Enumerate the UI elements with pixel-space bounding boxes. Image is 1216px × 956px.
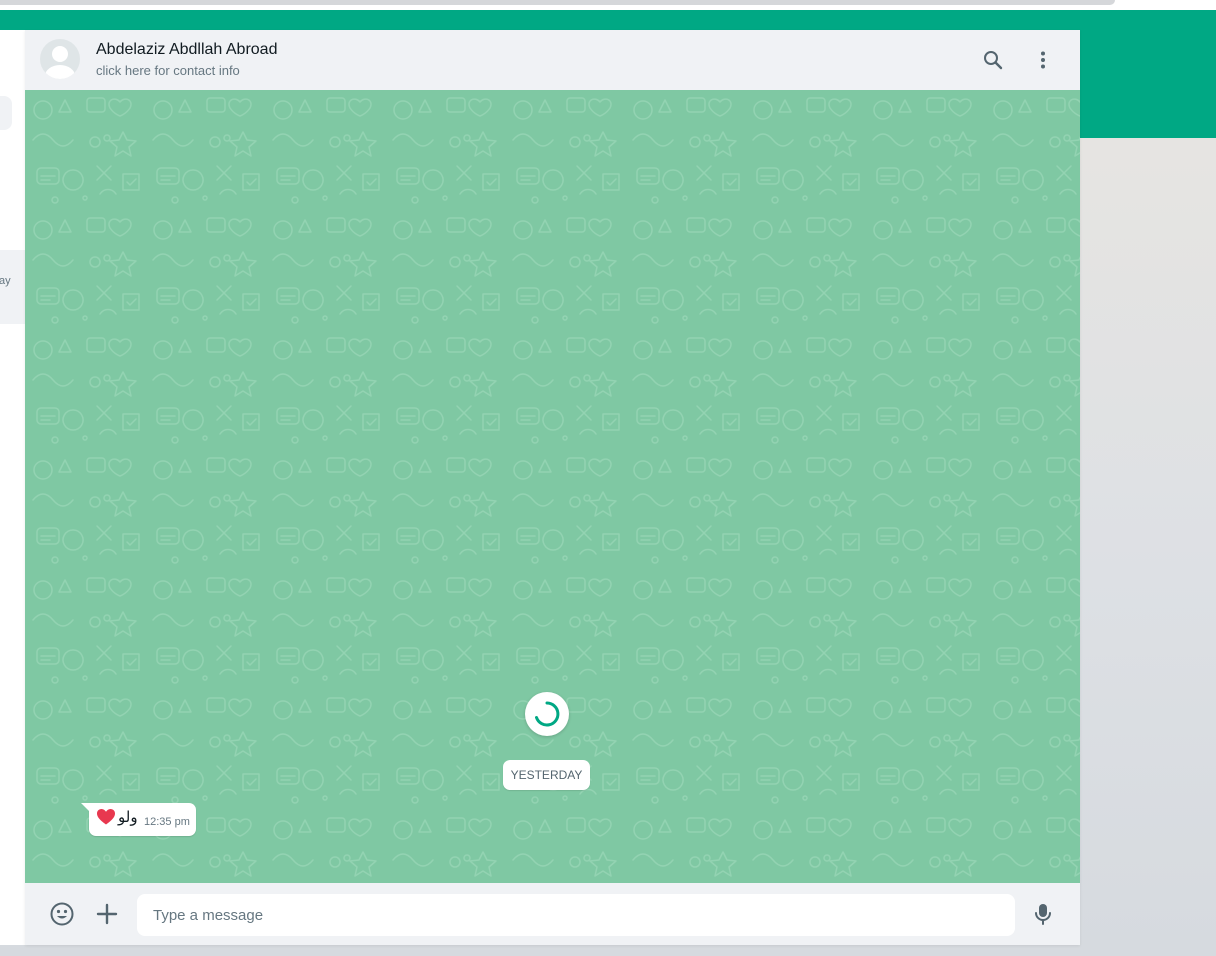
date-divider: YESTERDAY (503, 760, 590, 790)
chat-window: Abdelaziz Abdllah Abroad click here for … (25, 30, 1080, 945)
chat-list-item-time: ay (0, 275, 11, 287)
incoming-message-bubble[interactable]: ولو 12:35 pm (81, 803, 196, 836)
chat-list-item[interactable]: ay (0, 250, 25, 324)
chat-header[interactable]: Abdelaziz Abdllah Abroad click here for … (25, 30, 1080, 90)
chat-list-panel: ay (0, 30, 25, 945)
contact-info-link[interactable]: click here for contact info (96, 63, 240, 78)
message-time: 12:35 pm (144, 816, 190, 828)
conversation-panel[interactable]: YESTERDAY ولو 12:35 pm (25, 90, 1080, 883)
message-input[interactable] (137, 894, 1015, 936)
message-composer (25, 883, 1080, 945)
menu-icon[interactable] (1031, 48, 1055, 72)
browser-top-strip (0, 0, 1216, 10)
contact-name[interactable]: Abdelaziz Abdllah Abroad (96, 41, 277, 59)
microphone-icon[interactable] (1030, 901, 1056, 927)
emoji-icon[interactable] (49, 901, 75, 927)
red-heart-emoji-icon (96, 807, 116, 827)
message-text: ولو (118, 809, 138, 826)
chat-search-box[interactable] (0, 96, 12, 130)
avatar-icon[interactable] (40, 39, 80, 79)
loading-spinner (525, 692, 569, 736)
search-icon[interactable] (981, 48, 1005, 72)
attach-plus-icon[interactable] (94, 901, 120, 927)
browser-scrollbar[interactable] (0, 0, 1115, 5)
